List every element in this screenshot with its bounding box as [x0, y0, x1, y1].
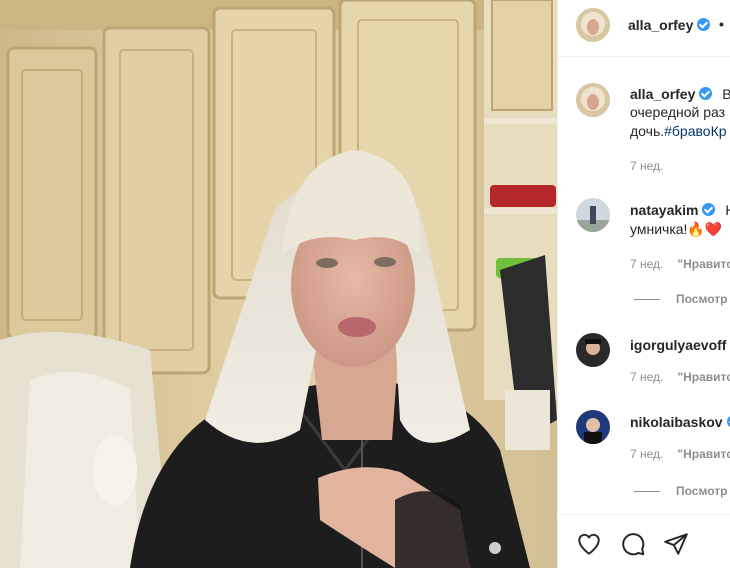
view-replies-line [634, 491, 660, 493]
like-button[interactable] [576, 531, 602, 557]
comment-line-1: nikolaibaskov [630, 413, 730, 431]
comment-time[interactable]: 7 нед. [630, 370, 663, 384]
comment-line-1: igorgulyaevoff [630, 336, 726, 354]
heart-icon [578, 533, 600, 555]
post-header: alla_orfey • [558, 0, 730, 57]
separator-dot: • [719, 16, 724, 32]
view-replies-line [634, 299, 660, 301]
comment-meta: 7 нед. "Нравито [630, 370, 730, 384]
comment-meta: 7 нед. "Нравито [630, 447, 730, 461]
post-side-panel: alla_orfey • alla_orfey Вч очередной раз… [557, 0, 730, 568]
comment-username-text[interactable]: nikolaibaskov [630, 414, 723, 430]
author-username[interactable]: alla_orfey [628, 17, 711, 33]
post-action-bar [558, 514, 730, 568]
comment-avatar-igorgulyaevoff[interactable] [576, 333, 610, 367]
comment-like-count[interactable]: "Нравито [677, 370, 730, 384]
post-video[interactable] [0, 0, 557, 568]
video-frame [0, 0, 557, 568]
verified-badge-icon [697, 18, 711, 31]
caption-username-text[interactable]: alla_orfey [630, 86, 695, 102]
view-replies[interactable]: Посмотр [634, 484, 727, 498]
verified-badge-icon [702, 203, 716, 216]
comment-avatar-nikolaibaskov[interactable] [576, 410, 610, 444]
comment-username[interactable]: igorgulyaevoff [630, 337, 726, 353]
comment-username-text[interactable]: natayakim [630, 202, 698, 218]
author-avatar[interactable] [576, 8, 610, 42]
verified-badge-icon [699, 87, 713, 100]
comment-button[interactable] [620, 531, 646, 557]
comment-username[interactable]: nikolaibaskov [630, 414, 730, 430]
comment-line-1: natayakim Н [630, 201, 730, 219]
caption-line-3: дочь.#бравоКр [630, 122, 727, 140]
comment-icon [622, 533, 645, 556]
comment-time[interactable]: 7 нед. [630, 447, 663, 461]
caption-text-end: дочь. [630, 123, 665, 139]
caption-hashtag-link[interactable]: #бравоКр [664, 123, 726, 139]
comment-like-count[interactable]: "Нравито [677, 257, 730, 271]
share-icon [664, 533, 688, 555]
comment-meta: 7 нед. "Нравито [630, 257, 730, 271]
caption-username[interactable]: alla_orfey [630, 86, 713, 102]
caption-line-1: alla_orfey Вч [630, 85, 730, 103]
view-replies[interactable]: Посмотр [634, 292, 727, 306]
caption-avatar[interactable] [576, 83, 610, 117]
verified-badge-icon [726, 415, 730, 428]
caption-line-2: очередной раз [630, 104, 726, 120]
share-button[interactable] [663, 531, 689, 557]
comment-avatar-natayakim[interactable] [576, 198, 610, 232]
view-replies-label[interactable]: Посмотр [676, 484, 727, 498]
comment-text-start: Н [725, 202, 730, 218]
comment-text-line-2: умничка!🔥❤️ [630, 221, 723, 237]
author-username-text[interactable]: alla_orfey [628, 17, 693, 33]
comment-time[interactable]: 7 нед. [630, 257, 663, 271]
caption-text-start: Вч [722, 86, 730, 102]
comment-like-count[interactable]: "Нравито [677, 447, 730, 461]
comment-username[interactable]: natayakim [630, 202, 716, 218]
caption-time[interactable]: 7 нед. [630, 159, 663, 173]
view-replies-label[interactable]: Посмотр [676, 292, 727, 306]
